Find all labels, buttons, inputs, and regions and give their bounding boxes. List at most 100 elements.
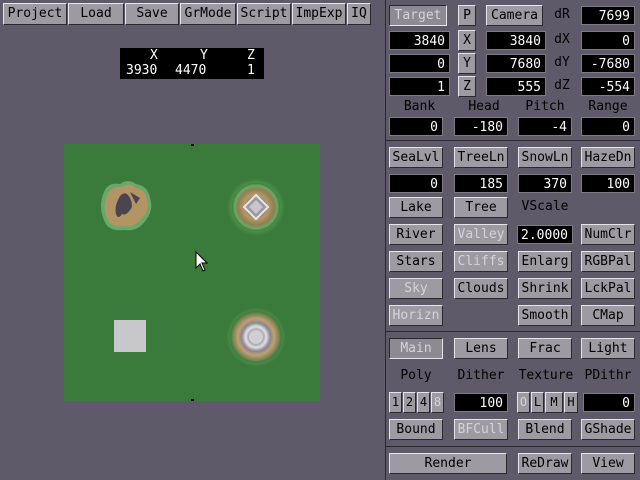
axis-x-button[interactable]: X	[458, 30, 476, 51]
texture-option-h[interactable]: H	[564, 392, 578, 413]
menu-load[interactable]: Load	[68, 3, 124, 25]
dz-value[interactable]: -554	[581, 77, 635, 96]
terrain-map-view[interactable]	[64, 144, 320, 401]
bfcull-button[interactable]: BFCull	[454, 419, 508, 440]
camera-x-field[interactable]: 3840	[486, 31, 546, 50]
readout-y-label: Y	[200, 48, 208, 63]
readout-x-value: 3930	[126, 63, 158, 78]
dy-value[interactable]: -7680	[581, 54, 635, 73]
range-field[interactable]: 0	[581, 117, 635, 136]
map-top-marker	[191, 144, 194, 146]
vscale-field[interactable]: 2.0000	[517, 225, 573, 244]
dr-label: dR	[554, 7, 570, 22]
dz-label: dZ	[554, 78, 570, 93]
lckpal-button[interactable]: LckPal	[581, 278, 635, 299]
texture-option-o[interactable]: O	[517, 392, 530, 413]
axis-y-button[interactable]: Y	[458, 53, 476, 74]
snowln-button[interactable]: SnowLn	[518, 147, 572, 168]
bank-field[interactable]: 0	[389, 117, 443, 136]
dither-field[interactable]: 100	[454, 393, 508, 412]
hazedn-button[interactable]: HazeDn	[581, 147, 635, 168]
pitch-field[interactable]: -4	[518, 117, 572, 136]
river-button[interactable]: River	[389, 224, 443, 245]
enlarg-button[interactable]: Enlarg	[518, 251, 572, 272]
menu-iq[interactable]: IQ	[347, 3, 371, 25]
redraw-button[interactable]: ReDraw	[518, 453, 572, 474]
dither-label: Dither	[457, 368, 505, 383]
render-button[interactable]: Render	[389, 453, 507, 474]
target-x-field[interactable]: 3840	[389, 31, 450, 50]
terrain-map-svg[interactable]	[64, 144, 320, 401]
readout-z-label: Z	[247, 48, 255, 63]
menu-impexp[interactable]: ImpExp	[292, 3, 346, 25]
clouds-button[interactable]: Clouds	[454, 278, 508, 299]
pdithr-field[interactable]: 0	[583, 393, 635, 412]
poly-option-2[interactable]: 2	[403, 392, 416, 413]
axis-z-button[interactable]: Z	[458, 76, 476, 97]
camera-y-field[interactable]: 7680	[486, 54, 546, 73]
texture-option-m[interactable]: M	[545, 392, 563, 413]
p-button[interactable]: P	[458, 5, 476, 26]
poly-label: Poly	[400, 368, 432, 383]
head-label: Head	[468, 99, 500, 114]
tab-lens[interactable]: Lens	[454, 338, 508, 359]
snowln-field[interactable]: 370	[518, 174, 572, 193]
shrink-button[interactable]: Shrink	[518, 278, 572, 299]
texture-option-l[interactable]: L	[531, 392, 544, 413]
target-z-field[interactable]: 1	[389, 77, 450, 96]
numclr-button[interactable]: NumClr	[581, 224, 635, 245]
menu-grmode[interactable]: GrMode	[180, 3, 236, 25]
tree-button[interactable]: Tree	[454, 197, 508, 218]
panel-divider	[386, 140, 640, 141]
head-field[interactable]: -180	[454, 117, 508, 136]
horizn-button[interactable]: Horizn	[389, 305, 443, 326]
view-button[interactable]: View	[581, 453, 635, 474]
mound-feature	[227, 178, 285, 236]
readout-x-label: X	[150, 48, 158, 63]
dr-value[interactable]: 7699	[581, 6, 635, 25]
hazedn-field[interactable]: 100	[581, 174, 635, 193]
vscale-label: VScale	[521, 199, 569, 214]
rgbpal-button[interactable]: RGBPal	[581, 251, 635, 272]
pitch-label: Pitch	[525, 99, 565, 114]
menu-script[interactable]: Script	[237, 3, 291, 25]
flat-square-feature	[114, 320, 146, 352]
cursor-coordinate-readout: X Y Z 3930 4470 1	[120, 48, 264, 79]
dy-label: dY	[554, 55, 570, 70]
valley-button[interactable]: Valley	[454, 224, 508, 245]
treeln-button[interactable]: TreeLn	[454, 147, 508, 168]
target-button[interactable]: Target	[389, 5, 447, 26]
tab-light[interactable]: Light	[581, 338, 635, 359]
pdithr-label: PDithr	[584, 368, 632, 383]
menu-project[interactable]: Project	[3, 3, 67, 25]
sealvl-field[interactable]: 0	[389, 174, 443, 193]
crater-feature	[226, 307, 286, 367]
stars-button[interactable]: Stars	[389, 251, 443, 272]
blend-button[interactable]: Blend	[518, 419, 572, 440]
terrain-ground	[64, 144, 320, 401]
poly-option-4[interactable]: 4	[417, 392, 430, 413]
poly-option-1[interactable]: 1	[389, 392, 402, 413]
range-label: Range	[588, 99, 628, 114]
readout-y-value: 4470	[175, 63, 207, 78]
panel-divider	[386, 446, 640, 447]
target-y-field[interactable]: 0	[389, 54, 450, 73]
cliffs-button[interactable]: Cliffs	[454, 251, 508, 272]
treeln-field[interactable]: 185	[454, 174, 508, 193]
map-bottom-marker	[191, 399, 194, 401]
menu-save[interactable]: Save	[125, 3, 179, 25]
tab-main[interactable]: Main	[389, 338, 443, 359]
lake-button[interactable]: Lake	[389, 197, 443, 218]
sealvl-button[interactable]: SeaLvl	[389, 147, 443, 168]
poly-option-8[interactable]: 8	[431, 392, 444, 413]
camera-z-field[interactable]: 555	[486, 77, 546, 96]
rocky-hill-feature	[101, 181, 152, 231]
tab-frac[interactable]: Frac	[518, 338, 572, 359]
smooth-button[interactable]: Smooth	[518, 305, 572, 326]
bound-button[interactable]: Bound	[389, 419, 443, 440]
camera-button[interactable]: Camera	[486, 5, 543, 26]
gshade-button[interactable]: GShade	[581, 419, 635, 440]
cmap-button[interactable]: CMap	[581, 305, 635, 326]
dx-value[interactable]: 0	[581, 31, 635, 50]
sky-button[interactable]: Sky	[389, 278, 443, 299]
